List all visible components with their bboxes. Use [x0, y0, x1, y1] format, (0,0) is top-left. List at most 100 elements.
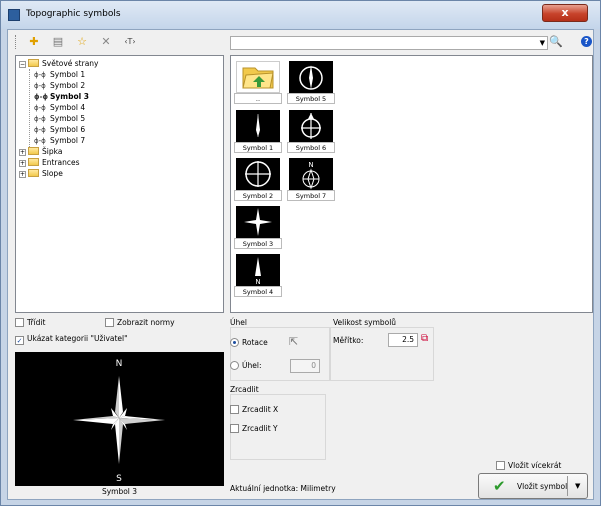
symbol-1-icon: [236, 110, 280, 142]
chevron-down-icon[interactable]: ▼: [575, 482, 580, 490]
preview-south-label: S: [116, 474, 122, 484]
tree-node-symbol-2[interactable]: ɸ-ɸ Symbol 2: [34, 80, 85, 91]
checkbox-icon[interactable]: [15, 318, 24, 327]
angle-radio[interactable]: Úhel:: [230, 360, 261, 371]
angle-input[interactable]: 0: [290, 359, 320, 373]
tree-node-slope[interactable]: + Slope: [19, 168, 63, 179]
close-button[interactable]: x: [542, 4, 588, 22]
expand-icon[interactable]: +: [19, 149, 26, 156]
symbol-5-icon: [289, 61, 333, 93]
folder-icon: [28, 147, 39, 155]
tile-folder-up[interactable]: ..: [234, 59, 282, 104]
tile-symbol-2[interactable]: Symbol 2: [234, 156, 282, 201]
symbol-tree[interactable]: − Světové strany ɸ-ɸ Symbol 1 ɸ-ɸ Symbol 2 …: [15, 55, 224, 313]
tile-symbol-7[interactable]: N Symbol 7: [287, 156, 335, 201]
symbol-3-icon: [236, 206, 280, 238]
scale-label: Měřítko:: [333, 336, 364, 345]
tree-node-entrances[interactable]: + Entrances: [19, 157, 80, 168]
folder-icon: [28, 158, 39, 166]
checkbox-checked-icon[interactable]: ✓: [15, 336, 24, 345]
rotation-radio[interactable]: Rotace: [230, 337, 268, 348]
delete-icon[interactable]: ✕: [98, 35, 114, 49]
search-combobox[interactable]: ▼: [230, 36, 548, 50]
tree-node-symbol-3[interactable]: ɸ-ɸ Symbol 3: [34, 91, 89, 102]
add-icon[interactable]: ✚: [26, 35, 42, 49]
mirror-x-checkbox[interactable]: Zrcadlit X: [230, 404, 278, 415]
scale-input[interactable]: 2.5: [388, 333, 418, 347]
title-bar: Topographic symbols x: [1, 1, 600, 29]
sort-checkbox[interactable]: Třídit: [15, 317, 45, 328]
tree-node-symbol-4[interactable]: ɸ-ɸ Symbol 4: [34, 102, 85, 113]
window-title: Topographic symbols: [26, 9, 121, 19]
preview-caption: Symbol 3: [101, 487, 138, 496]
mirror-group-title: Zrcadlit: [230, 385, 259, 394]
tile-symbol-4[interactable]: N Symbol 4: [234, 252, 282, 297]
text-icon[interactable]: ‹T›: [122, 35, 138, 49]
folder-icon: [28, 169, 39, 177]
tree-node-symbol-5[interactable]: ɸ-ɸ Symbol 5: [34, 113, 85, 124]
tile-symbol-6[interactable]: Symbol 6: [287, 108, 335, 153]
insert-symbol-button[interactable]: ✔ Vložit symbol ▼: [478, 473, 588, 499]
tree-node-sipka[interactable]: + Šipka: [19, 146, 62, 157]
svg-text:N: N: [308, 161, 313, 169]
symbol-preview: N S: [15, 352, 224, 486]
tile-label: Symbol 6: [287, 142, 335, 153]
current-units-text: Aktuální jednotka: Milimetry: [230, 484, 336, 493]
tile-symbol-3[interactable]: Symbol 3: [234, 204, 282, 249]
toolbar: ✚ ▤ ☆ ✕ ‹T› ▼ 🔍 ?: [8, 30, 593, 54]
expand-icon[interactable]: +: [19, 171, 26, 178]
svg-text:N: N: [255, 278, 260, 286]
tile-label: Symbol 5: [287, 93, 335, 104]
insert-symbol-label: Vložit symbol: [517, 482, 568, 491]
grid-icon[interactable]: ▤: [50, 35, 66, 49]
compass-star-icon: [73, 376, 165, 464]
size-group-title: Velikost symbolů: [333, 318, 397, 327]
tree-node-symbol-7[interactable]: ɸ-ɸ Symbol 7: [34, 135, 85, 146]
cursor-pick-icon[interactable]: ⇱: [289, 335, 298, 348]
toolbar-grip: [15, 35, 18, 49]
tile-label: ..: [234, 93, 282, 104]
checkbox-icon[interactable]: [230, 424, 239, 433]
mirror-y-checkbox[interactable]: Zrcadlit Y: [230, 423, 278, 434]
tile-label: Symbol 4: [234, 286, 282, 297]
tile-label: Symbol 3: [234, 238, 282, 249]
tree-node-symbol-1[interactable]: ɸ-ɸ Symbol 1: [34, 69, 85, 80]
symbol-7-icon: N: [289, 158, 333, 190]
angle-group-title: Úhel: [230, 318, 247, 327]
tile-symbol-1[interactable]: Symbol 1: [234, 108, 282, 153]
checkbox-icon[interactable]: [496, 461, 505, 470]
search-icon[interactable]: 🔍: [549, 35, 563, 48]
symbol-4-icon: N: [236, 254, 280, 286]
symbol-2-icon: [236, 158, 280, 190]
symbol-6-icon: [289, 110, 333, 142]
button-divider: [567, 476, 568, 496]
preview-north-label: N: [116, 359, 123, 369]
collapse-icon[interactable]: −: [19, 61, 26, 68]
app-icon: [8, 9, 20, 21]
star-icon[interactable]: ☆: [74, 35, 90, 49]
checkbox-icon[interactable]: [105, 318, 114, 327]
tree-node-root[interactable]: − Světové strany: [19, 58, 99, 69]
tile-label: Symbol 7: [287, 190, 335, 201]
checkmark-icon: ✔: [493, 477, 506, 495]
tree-line: [29, 69, 30, 153]
show-category-checkbox[interactable]: ✓ Ukázat kategorii "Uživatel": [15, 333, 128, 345]
insert-multiple-checkbox[interactable]: Vložit vícekrát: [496, 460, 561, 471]
show-norms-checkbox[interactable]: Zobrazit normy: [105, 317, 175, 328]
symbol-grid: .. Symbol 5 Symbol 1 Symbol 6 Symbol 2 N…: [230, 55, 593, 313]
chevron-down-icon[interactable]: ▼: [540, 37, 545, 50]
radio-selected-icon[interactable]: [230, 338, 239, 347]
help-icon[interactable]: ?: [581, 36, 592, 47]
checkbox-icon[interactable]: [230, 405, 239, 414]
pick-scale-icon[interactable]: ⧉: [421, 333, 428, 344]
tile-label: Symbol 2: [234, 190, 282, 201]
expand-icon[interactable]: +: [19, 160, 26, 167]
tree-node-symbol-6[interactable]: ɸ-ɸ Symbol 6: [34, 124, 85, 135]
radio-icon[interactable]: [230, 361, 239, 370]
tile-label: Symbol 1: [234, 142, 282, 153]
folder-up-icon: [236, 61, 280, 93]
dialog-window: Topographic symbols x ✚ ▤ ☆ ✕ ‹T› ▼ 🔍 ? …: [0, 0, 601, 506]
tile-symbol-5[interactable]: Symbol 5: [287, 59, 335, 104]
folder-icon: [28, 59, 39, 67]
dialog-body: ✚ ▤ ☆ ✕ ‹T› ▼ 🔍 ? − Světové strany ɸ-ɸ Sym…: [7, 29, 594, 500]
